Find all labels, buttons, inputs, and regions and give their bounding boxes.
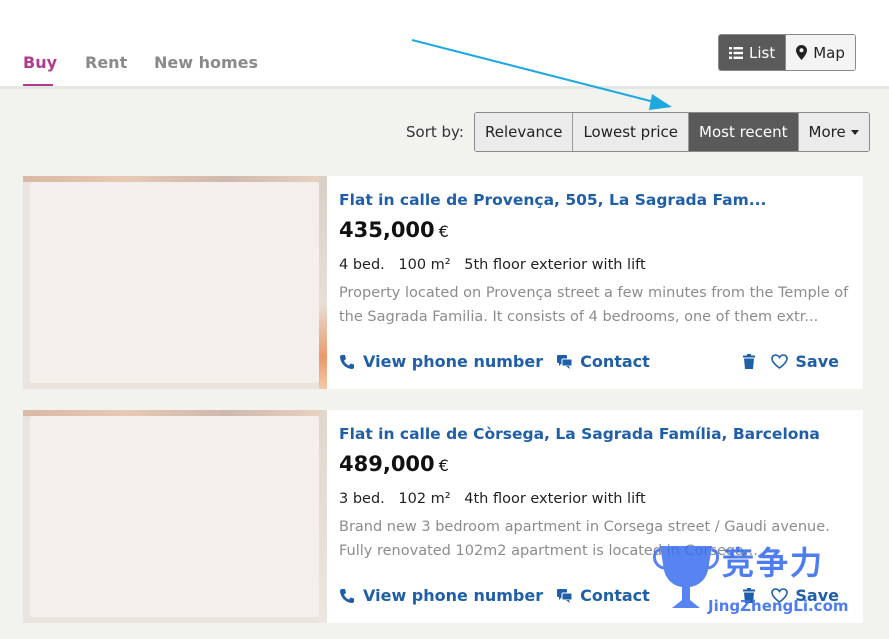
chat-icon: [557, 354, 573, 369]
phone-icon: [340, 588, 354, 603]
view-phone-button[interactable]: View phone number: [339, 352, 543, 371]
sort-options: Relevance Lowest price Most recent More: [474, 112, 870, 152]
contact-button[interactable]: Contact: [557, 352, 650, 371]
price-value: 435,000: [339, 218, 435, 242]
save-button[interactable]: Save: [771, 352, 839, 371]
listing-details: 4 bed. 100 m² 5th floor exterior with li…: [339, 257, 655, 273]
sort-label: Sort by:: [406, 123, 464, 141]
map-pin-icon: [796, 45, 808, 60]
photo-edge: [319, 410, 327, 623]
watermark-text: 竞争力: [722, 544, 825, 582]
phone-label: View phone number: [363, 586, 544, 605]
listing-right-actions: Save: [743, 352, 839, 371]
photo-edge: [319, 176, 327, 389]
listing-actions: View phone number Contact: [339, 352, 664, 371]
bedrooms: 3 bed.: [339, 491, 385, 507]
sort-more-label: More: [808, 123, 846, 141]
area: 100 m²: [398, 257, 451, 273]
sort-lowest-price-button[interactable]: Lowest price: [572, 113, 689, 151]
sort-relevance-button[interactable]: Relevance: [475, 113, 573, 151]
contact-label: Contact: [580, 586, 650, 605]
tab-new-homes[interactable]: New homes: [154, 53, 258, 72]
tab-rent[interactable]: Rent: [85, 53, 127, 72]
listing-title[interactable]: Flat in calle de Provença, 505, La Sagra…: [339, 191, 766, 209]
floor: 4th floor exterior with lift: [464, 491, 646, 507]
listing-price: 489,000 €: [339, 452, 449, 476]
heart-icon: [771, 354, 789, 369]
listing-details: 3 bed. 102 m² 4th floor exterior with li…: [339, 491, 655, 507]
area: 102 m²: [398, 491, 451, 507]
bedrooms: 4 bed.: [339, 257, 385, 273]
phone-label: View phone number: [363, 352, 544, 371]
list-label: List: [749, 43, 776, 62]
listing-photo[interactable]: [23, 410, 327, 623]
tab-buy[interactable]: Buy: [23, 53, 57, 72]
photo-placeholder: [30, 182, 319, 383]
sort-more-button[interactable]: More: [797, 113, 869, 151]
sort-most-recent-button[interactable]: Most recent: [688, 113, 798, 151]
phone-icon: [340, 354, 354, 369]
save-label: Save: [795, 352, 839, 371]
contact-label: Contact: [580, 352, 650, 371]
map-label: Map: [813, 43, 845, 62]
photo-placeholder: [30, 416, 319, 617]
view-toggle: List Map: [718, 34, 856, 71]
listing-card[interactable]: Flat in calle de Provença, 505, La Sagra…: [23, 176, 863, 389]
list-view-button[interactable]: List: [719, 35, 786, 70]
listing-price: 435,000 €: [339, 218, 449, 242]
divider: [0, 86, 889, 89]
contact-button[interactable]: Contact: [557, 586, 650, 605]
listing-title[interactable]: Flat in calle de Còrsega, La Sagrada Fam…: [339, 425, 820, 443]
price-value: 489,000: [339, 452, 435, 476]
caret-down-icon: [850, 129, 859, 135]
listing-actions: View phone number Contact: [339, 586, 664, 605]
trash-icon[interactable]: [743, 354, 756, 369]
price-currency: €: [438, 456, 449, 475]
map-view-button[interactable]: Map: [785, 35, 855, 70]
view-phone-button[interactable]: View phone number: [339, 586, 543, 605]
chat-icon: [557, 588, 573, 603]
floor: 5th floor exterior with lift: [464, 257, 646, 273]
watermark-url: JingZhengLi.com: [708, 597, 849, 615]
list-icon: [729, 46, 743, 59]
price-currency: €: [438, 222, 449, 241]
listing-description: Property located on Provença street a fe…: [339, 285, 849, 325]
listing-photo[interactable]: [23, 176, 327, 389]
